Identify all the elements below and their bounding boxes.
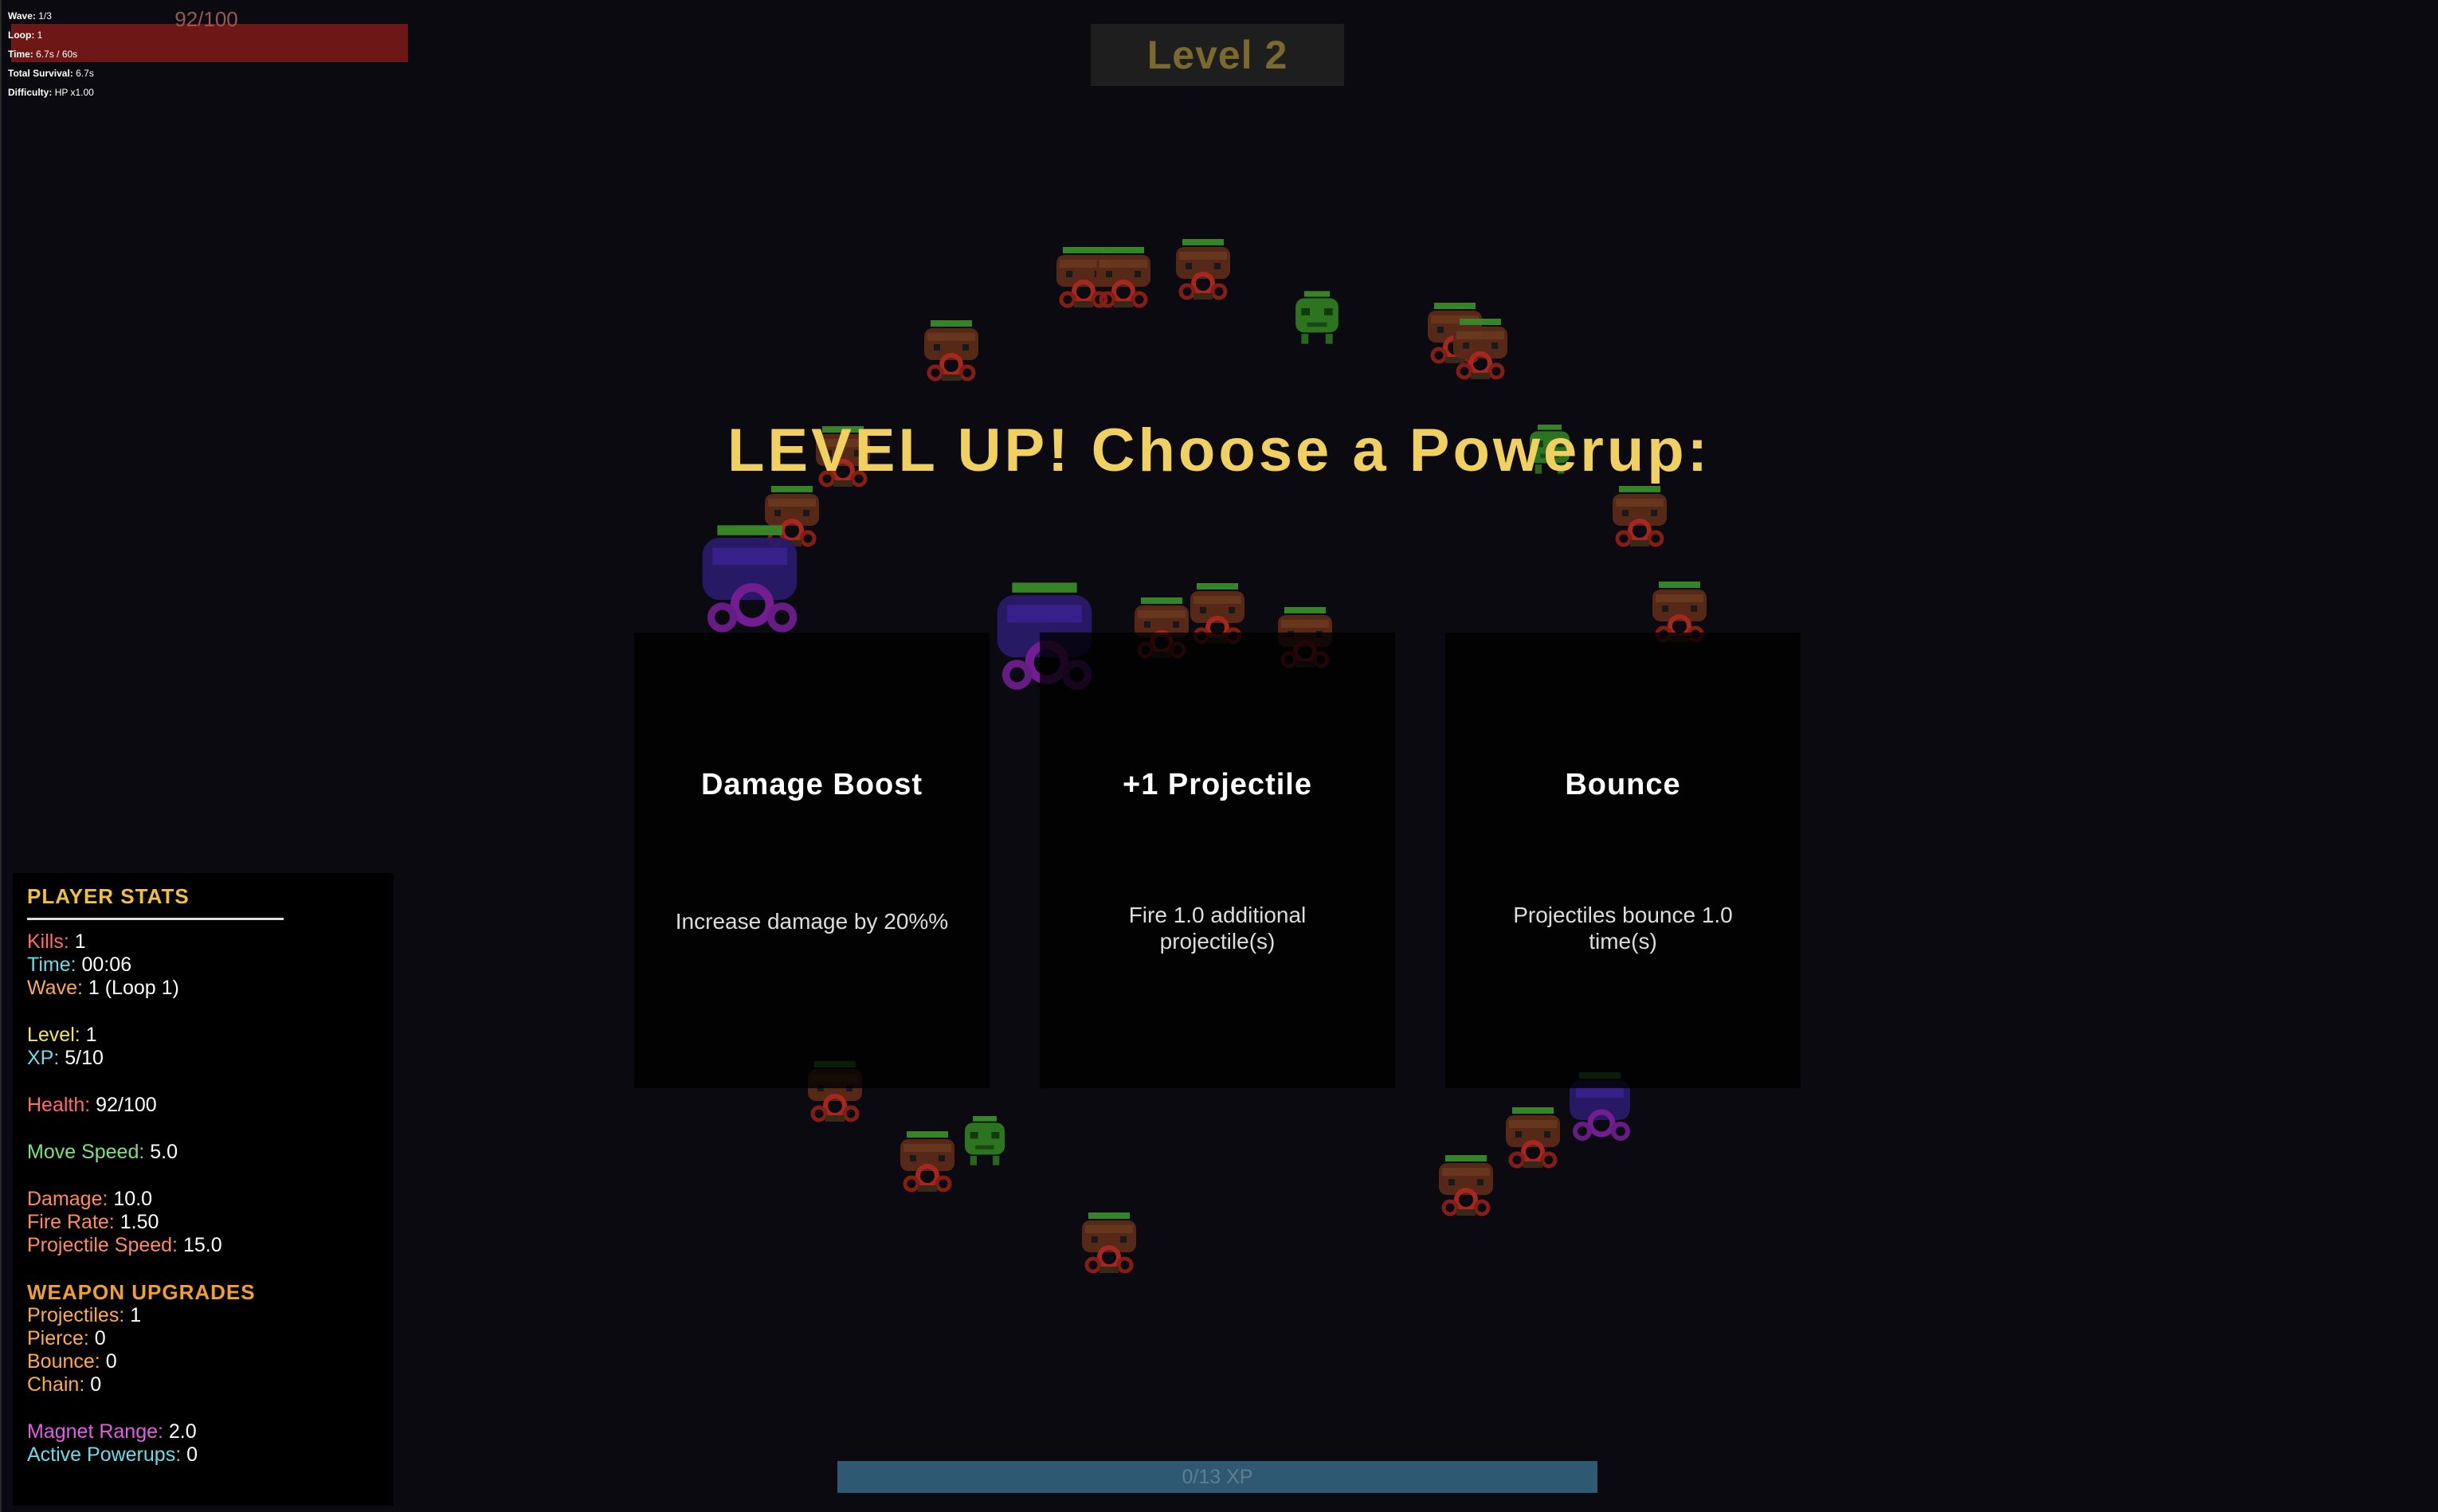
stat-wave-label: Wave: [27, 977, 83, 999]
level-up-title: LEVEL UP! Choose a Powerup: [727, 417, 1711, 484]
stat-damage-label: Damage: [27, 1188, 108, 1210]
red-enemy [1428, 1147, 1504, 1224]
stat-move-speed-label: Move Speed: [27, 1141, 145, 1163]
stat-bounce-label: Bounce: [27, 1350, 100, 1373]
powerup-card-bounce[interactable]: Bounce Projectiles bounce 1.0 time(s) [1445, 633, 1801, 1088]
stat-projectile-speed-value: 15.0 [182, 1234, 222, 1256]
powerup-description: Increase damage by 20%% [675, 909, 949, 934]
debug-wave: Wave: 1/3 [8, 6, 94, 25]
stat-pierce-value: 0 [94, 1327, 106, 1349]
red-enemy [1601, 478, 1678, 554]
stat-time: Time: 00:06 [27, 954, 131, 977]
stat-kills-label: Kills: [27, 930, 69, 953]
stat-damage-value: 10.0 [113, 1188, 153, 1210]
stat-magnet-range: Magnet Range: 2.0 [27, 1420, 197, 1443]
stat-fire-rate-label: Fire Rate: [27, 1211, 115, 1233]
stat-projectile-speed: Projectile Speed: 15.0 [27, 1234, 222, 1257]
green-enemy [965, 1116, 1005, 1165]
red-enemy [1085, 239, 1162, 315]
red-enemy [1071, 1205, 1147, 1281]
level-indicator: Level 2 [1091, 24, 1344, 86]
debug-time-label: Time: [8, 49, 33, 60]
powerup-title: Bounce [1565, 768, 1681, 801]
stat-active-powerups-label: Active Powerups: [27, 1443, 182, 1466]
debug-total-survival-label: Total Survival: [8, 68, 73, 79]
debug-info: Wave: 1/3 Loop: 1 Time: 6.7s / 60s Total… [8, 6, 94, 102]
debug-total-survival: Total Survival: 6.7s [8, 64, 94, 83]
red-enemy [1442, 311, 1519, 387]
stat-active-powerups-value: 0 [186, 1443, 198, 1466]
debug-difficulty: Difficulty: HP x1.00 [8, 83, 94, 102]
stat-projectiles-value: 1 [130, 1304, 142, 1326]
stat-magnet-range-label: Magnet Range: [27, 1420, 163, 1443]
stat-move-speed: Move Speed: 5.0 [27, 1141, 178, 1164]
debug-time-value: 6.7s / 60s [36, 49, 78, 60]
stat-level-value: 1 [85, 1024, 97, 1046]
stat-chain-value: 0 [90, 1373, 102, 1396]
red-enemy [1165, 231, 1241, 307]
stat-damage: Damage: 10.0 [27, 1188, 152, 1211]
player-stats-panel: PLAYER STATS Kills: 1 Time: 00:06 Wave: … [13, 873, 394, 1506]
xp-progress-bar: 0/13 XP [837, 1461, 1597, 1493]
powerup-card-damage-boost[interactable]: Damage Boost Increase damage by 20%% [634, 633, 990, 1088]
debug-loop-label: Loop: [8, 29, 35, 41]
stat-level: Level: 1 [27, 1024, 97, 1047]
weapon-upgrades-header: WEAPON UPGRADES [27, 1280, 256, 1304]
stat-time-label: Time: [27, 954, 76, 976]
stat-projectiles-label: Projectiles: [27, 1304, 125, 1326]
stat-bounce-value: 0 [105, 1350, 117, 1373]
debug-difficulty-value: HP x1.00 [54, 87, 94, 98]
stat-chain-label: Chain: [27, 1373, 85, 1396]
stat-kills-value: 1 [74, 930, 86, 953]
level-label: Level 2 [1146, 33, 1288, 77]
red-enemy [1495, 1099, 1571, 1176]
debug-total-survival-value: 6.7s [76, 68, 94, 79]
debug-loop-value: 1 [37, 29, 43, 41]
stat-xp: XP: 5/10 [27, 1047, 104, 1070]
stat-time-value: 00:06 [81, 954, 132, 976]
stat-bounce: Bounce: 0 [27, 1350, 117, 1373]
stat-wave-value: 1 (Loop 1) [88, 977, 179, 999]
stat-projectile-speed-label: Projectile Speed: [27, 1234, 178, 1256]
debug-loop: Loop: 1 [8, 25, 94, 45]
stat-kills: Kills: 1 [27, 930, 86, 954]
player-stats-header: PLAYER STATS [27, 884, 190, 908]
stat-level-label: Level: [27, 1024, 80, 1046]
powerup-card-projectile[interactable]: +1 Projectile Fire 1.0 additional projec… [1040, 633, 1395, 1088]
stat-fire-rate-value: 1.50 [120, 1211, 159, 1233]
stat-health: Health: 92/100 [27, 1094, 157, 1117]
powerup-description: Projectiles bounce 1.0 time(s) [1513, 903, 1733, 954]
stat-xp-label: XP: [27, 1047, 60, 1069]
stat-chain: Chain: 0 [27, 1373, 101, 1396]
stat-health-value: 92/100 [96, 1094, 157, 1116]
red-enemy [913, 312, 990, 389]
debug-wave-value: 1/3 [38, 10, 52, 22]
stat-pierce-label: Pierce: [27, 1327, 89, 1349]
stat-magnet-range-value: 2.0 [168, 1420, 197, 1443]
stat-projectiles: Projectiles: 1 [27, 1304, 141, 1327]
header-divider [27, 918, 284, 920]
stat-xp-value: 5/10 [65, 1047, 104, 1069]
stat-pierce: Pierce: 0 [27, 1327, 106, 1350]
debug-difficulty-label: Difficulty: [8, 87, 53, 98]
xp-progress-text: 0/13 XP [1182, 1465, 1253, 1488]
debug-time: Time: 6.7s / 60s [8, 45, 94, 64]
stat-move-speed-value: 5.0 [150, 1141, 178, 1163]
green-enemy [1295, 291, 1339, 344]
powerup-title: Damage Boost [700, 768, 923, 801]
powerup-title: +1 Projectile [1123, 768, 1312, 801]
stat-wave: Wave: 1 (Loop 1) [27, 977, 179, 1000]
purple-enemy [690, 518, 809, 637]
stat-fire-rate: Fire Rate: 1.50 [27, 1211, 159, 1234]
stat-active-powerups: Active Powerups: 0 [27, 1443, 198, 1467]
powerup-description: Fire 1.0 additional projectile(s) [1128, 903, 1307, 954]
debug-wave-label: Wave: [8, 10, 36, 22]
stat-health-label: Health: [27, 1094, 91, 1116]
window-edge [0, 0, 2, 1512]
